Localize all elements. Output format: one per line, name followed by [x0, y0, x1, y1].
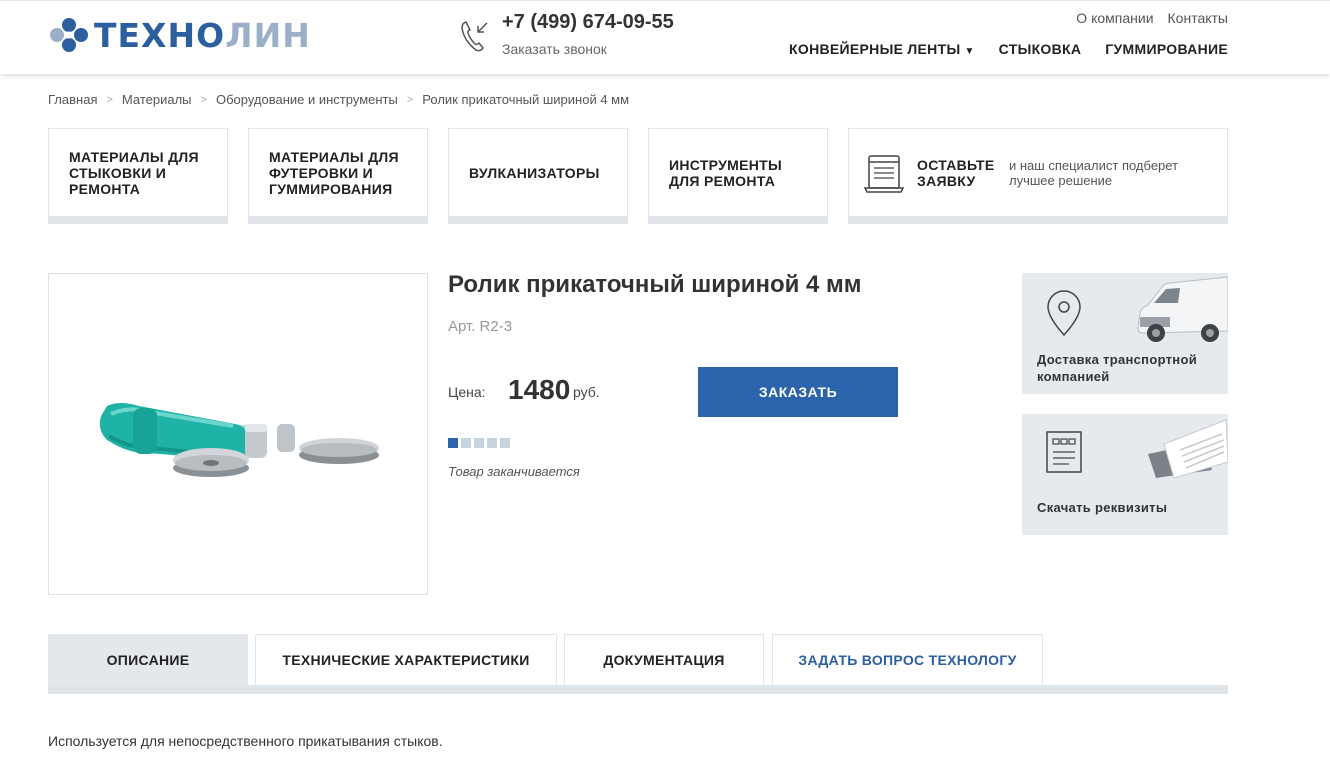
- delivery-label: Доставка транспортной компанией: [1037, 351, 1197, 385]
- stock-level-square: [500, 438, 510, 448]
- requisites-label: Скачать реквизиты: [1037, 500, 1168, 515]
- delivery-van-image: [1137, 276, 1228, 342]
- category-label-line: ГУММИРОВАНИЯ: [269, 180, 393, 197]
- product-image[interactable]: [48, 273, 428, 595]
- site-header: ТЕХНОЛИН +7 (499) 674-09-55 Заказать зво…: [0, 0, 1330, 74]
- category-card-lining-materials[interactable]: МАТЕРИАЛЫ ДЛЯ ФУТЕРОВКИ И ГУММИРОВАНИЯ: [248, 128, 428, 224]
- logo-text-light: ЛИН: [225, 15, 311, 55]
- papers-image: [1148, 419, 1228, 478]
- request-card[interactable]: ОСТАВЬТЕ ЗАЯВКУ и наш специалист подбере…: [848, 128, 1228, 224]
- logo-text-dark: ТЕХНО: [94, 15, 226, 55]
- callback-link[interactable]: Заказать звонок: [502, 41, 607, 57]
- breadcrumb-separator-icon: >: [406, 93, 414, 106]
- requisites-card[interactable]: Скачать реквизиты: [1022, 414, 1228, 535]
- category-label-line: РЕМОНТА: [69, 180, 141, 197]
- order-button[interactable]: ЗАКАЗАТЬ: [698, 367, 898, 417]
- stock-level-square: [474, 438, 484, 448]
- category-card-repair-tools[interactable]: ИНСТРУМЕНТЫ ДЛЯ РЕМОНТА: [648, 128, 828, 224]
- request-form-icon: [863, 154, 905, 193]
- nav-item-rubber-lining[interactable]: ГУММИРОВАНИЕ: [1105, 41, 1228, 57]
- breadcrumb-separator-icon: >: [200, 93, 207, 106]
- price-value: 1480: [508, 374, 571, 405]
- request-title: ОСТАВЬТЕ ЗАЯВКУ: [917, 157, 995, 189]
- stock-level-square: [487, 438, 497, 448]
- delivery-card[interactable]: Доставка транспортной компанией: [1022, 273, 1228, 394]
- tab-documentation[interactable]: ДОКУМЕНТАЦИЯ: [564, 634, 764, 685]
- delivery-label-line: компанией: [1037, 369, 1110, 384]
- category-card-label: МАТЕРИАЛЫ ДЛЯ ФУТЕРОВКИ И ГУММИРОВАНИЯ: [269, 149, 399, 197]
- category-card-splicing-materials[interactable]: МАТЕРИАЛЫ ДЛЯ СТЫКОВКИ И РЕМОНТА: [48, 128, 228, 224]
- location-pin-icon: [1047, 290, 1081, 337]
- product-sku: Арт. R2-3: [448, 318, 513, 335]
- tab-description[interactable]: ОПИСАНИЕ: [48, 634, 248, 685]
- logo-text: ТЕХНОЛИН: [94, 16, 311, 55]
- contacts-link[interactable]: Контакты: [1168, 10, 1228, 26]
- category-label-line: ФУТЕРОВКИ И: [269, 164, 374, 181]
- about-link[interactable]: О компании: [1076, 10, 1153, 26]
- breadcrumb-separator-icon: >: [106, 93, 113, 106]
- product-title: Ролик прикаточный шириной 4 мм: [448, 271, 862, 298]
- category-label-line: МАТЕРИАЛЫ ДЛЯ: [269, 148, 399, 165]
- product-tabs: ОПИСАНИЕ ТЕХНИЧЕСКИЕ ХАРАКТЕРИСТИКИ ДОКУ…: [48, 634, 1228, 694]
- stock-level-square: [448, 438, 458, 448]
- nav-item-label: КОНВЕЙЕРНЫЕ ЛЕНТЫ: [789, 41, 961, 57]
- category-label-line: ИНСТРУМЕНТЫ: [669, 156, 783, 173]
- tab-specifications[interactable]: ТЕХНИЧЕСКИЕ ХАРАКТЕРИСТИКИ: [255, 634, 557, 685]
- delivery-label-line: Доставка транспортной: [1037, 352, 1197, 367]
- top-links: О компании Контакты: [1076, 10, 1228, 26]
- breadcrumb-item[interactable]: Главная: [48, 92, 97, 107]
- product-description: Используется для непосредственного прика…: [48, 733, 443, 749]
- stock-level-square: [461, 438, 471, 448]
- phone-icon: [461, 21, 488, 52]
- document-icon: [1046, 431, 1082, 473]
- breadcrumb-current: Ролик прикаточный шириной 4 мм: [422, 92, 630, 107]
- stock-status: Товар заканчивается: [448, 464, 580, 479]
- request-title-line: ОСТАВЬТЕ: [917, 156, 995, 173]
- phone-number[interactable]: +7 (499) 674-09-55: [502, 11, 674, 34]
- price-currency: руб.: [573, 384, 600, 400]
- caret-down-icon: ▼: [964, 46, 975, 57]
- category-card-label: МАТЕРИАЛЫ ДЛЯ СТЫКОВКИ И РЕМОНТА: [69, 149, 199, 197]
- nav-item-splicing[interactable]: СТЫКОВКА: [999, 41, 1082, 57]
- category-label-line: ДЛЯ РЕМОНТА: [669, 172, 776, 189]
- breadcrumb-item[interactable]: Материалы: [122, 92, 192, 107]
- request-subtext: и наш специалист подберет лучшее решение: [1009, 158, 1178, 188]
- category-label-line: МАТЕРИАЛЫ ДЛЯ: [69, 148, 199, 165]
- tab-ask-technologist[interactable]: ЗАДАТЬ ВОПРОС ТЕХНОЛОГУ: [772, 634, 1043, 685]
- category-label-line: ВУЛКАНИЗАТОРЫ: [469, 164, 600, 181]
- category-card-label: ВУЛКАНИЗАТОРЫ: [469, 165, 600, 181]
- nav-item-conveyor-belts[interactable]: КОНВЕЙЕРНЫЕ ЛЕНТЫ ▼: [789, 41, 975, 57]
- price-label: Цена:: [448, 384, 486, 400]
- logo-icon: [50, 18, 88, 52]
- category-label-line: СТЫКОВКИ И: [69, 164, 167, 181]
- request-title-line: ЗАЯВКУ: [917, 172, 976, 189]
- request-subtext-line: лучшее решение: [1009, 172, 1113, 188]
- main-nav: КОНВЕЙЕРНЫЕ ЛЕНТЫ ▼ СТЫКОВКА ГУММИРОВАНИЕ: [789, 41, 1228, 57]
- category-card-vulcanizers[interactable]: ВУЛКАНИЗАТОРЫ: [448, 128, 628, 224]
- roller-tool-image: [99, 403, 379, 477]
- stock-indicator: [448, 438, 510, 448]
- breadcrumb: Главная > Материалы > Оборудование и инс…: [48, 92, 629, 107]
- request-subtext-line: и наш специалист подберет: [1009, 157, 1179, 173]
- breadcrumb-item[interactable]: Оборудование и инструменты: [216, 92, 398, 107]
- category-card-label: ИНСТРУМЕНТЫ ДЛЯ РЕМОНТА: [669, 157, 782, 189]
- logo[interactable]: ТЕХНОЛИН: [48, 15, 311, 55]
